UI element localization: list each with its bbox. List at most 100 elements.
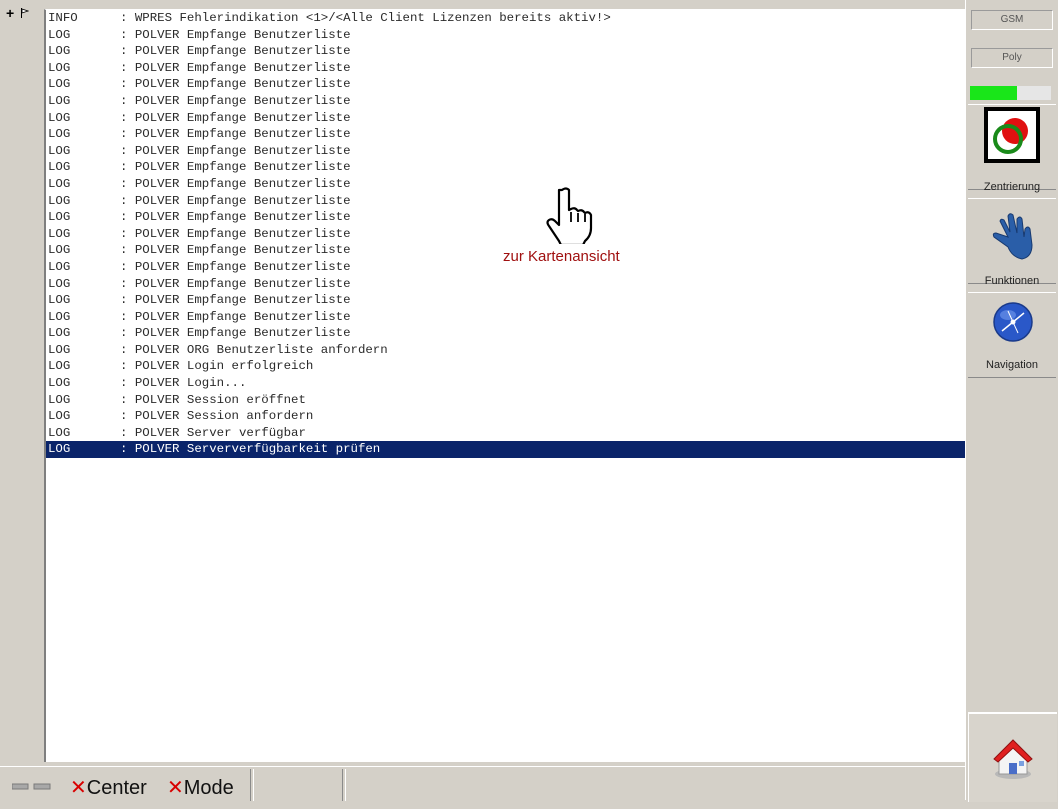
log-message: : POLVER Serververfügbarkeit prüfen bbox=[120, 442, 381, 457]
log-panel[interactable]: INFO : WPRES Fehlerindikation <1>/<Alle C… bbox=[44, 9, 966, 762]
log-row[interactable]: LOG : POLVER ORG Benutzerliste anfordern bbox=[46, 342, 966, 359]
log-message: : POLVER Empfange Benutzerliste bbox=[120, 60, 351, 75]
log-message: : POLVER Empfange Benutzerliste bbox=[120, 127, 351, 142]
log-message: : POLVER Session anfordern bbox=[120, 409, 314, 424]
log-row[interactable]: LOG : POLVER Empfange Benutzerliste bbox=[46, 110, 966, 127]
log-level: LOG bbox=[48, 342, 71, 357]
log-level: LOG bbox=[48, 276, 71, 291]
log-message: : POLVER Empfange Benutzerliste bbox=[120, 210, 351, 225]
mode-close-icon: ✕ bbox=[167, 777, 184, 799]
log-row[interactable]: LOG : POLVER Empfange Benutzerliste bbox=[46, 193, 966, 210]
log-row[interactable]: LOG: POLVER Empfange Benutzerliste bbox=[46, 176, 966, 193]
log-level: LOG bbox=[48, 226, 71, 241]
log-message: : POLVER Login erfolgreich bbox=[120, 359, 314, 374]
left-gutter: + bbox=[0, 0, 44, 766]
log-message: : POLVER Empfange Benutzerliste bbox=[120, 326, 351, 341]
signal-level-bar bbox=[970, 86, 1017, 100]
log-row[interactable]: LOG : POLVER Login erfolgreich bbox=[46, 358, 966, 375]
navigation-label: Navigation bbox=[986, 359, 1038, 371]
log-level: LOG bbox=[48, 442, 71, 457]
signal-bar-track bbox=[1017, 86, 1051, 100]
log-level: LOG bbox=[48, 93, 71, 108]
log-message: : POLVER Empfange Benutzerliste bbox=[120, 193, 351, 208]
right-tool-panel: GSM Poly Zentrierung Funktionen Navigati… bbox=[965, 0, 1058, 802]
log-list: INFO : WPRES Fehlerindikation <1>/<Alle C… bbox=[46, 10, 966, 459]
log-row[interactable]: LOG: POLVER Empfange Benutzerliste bbox=[46, 276, 966, 293]
expand-plus-icon[interactable]: + bbox=[6, 6, 14, 20]
zentrierung-label: Zentrierung bbox=[983, 181, 1041, 193]
log-message: : POLVER ORG Benutzerliste anfordern bbox=[120, 342, 388, 357]
log-row[interactable]: LOG: POLVER Empfange Benutzerliste bbox=[46, 159, 966, 176]
log-level: LOG bbox=[48, 210, 71, 225]
mode-toggle[interactable]: ✕Mode bbox=[167, 767, 234, 801]
log-row[interactable]: LOG : POLVER Empfange Benutzerliste bbox=[46, 27, 966, 44]
log-message: : POLVER Empfange Benutzerliste bbox=[120, 44, 351, 59]
log-row[interactable]: LOG: POLVER Empfange Benutzerliste bbox=[46, 60, 966, 77]
log-row[interactable]: LOG : POLVER Server verfügbar bbox=[46, 425, 966, 442]
log-level: LOG bbox=[48, 193, 71, 208]
log-message: : POLVER Empfange Benutzerliste bbox=[120, 93, 351, 108]
log-level: LOG bbox=[48, 27, 71, 42]
status-divider bbox=[342, 769, 346, 801]
log-message: : POLVER Empfange Benutzerliste bbox=[120, 243, 351, 258]
navigation-button[interactable]: Navigation bbox=[968, 292, 1056, 378]
log-level: LOG bbox=[48, 392, 71, 407]
log-row[interactable]: LOG : POLVER Serververfügbarkeit prüfen bbox=[46, 441, 966, 459]
log-row[interactable]: LOG : POLVER Empfange Benutzerliste bbox=[46, 93, 966, 110]
log-row[interactable]: LOG : POLVER Session eröffnet bbox=[46, 392, 966, 409]
log-level: LOG bbox=[48, 425, 71, 440]
log-level: LOG bbox=[48, 309, 71, 324]
log-message: : POLVER Empfange Benutzerliste bbox=[120, 293, 351, 308]
log-row[interactable]: LOG : POLVER Empfange Benutzerliste bbox=[46, 43, 966, 60]
log-row[interactable]: LOG : POLVER Empfange Benutzerliste bbox=[46, 309, 966, 326]
log-level: LOG bbox=[48, 376, 71, 391]
log-message: : POLVER Server verfügbar bbox=[120, 425, 306, 440]
log-level: LOG bbox=[48, 243, 71, 258]
log-level: LOG bbox=[48, 326, 71, 341]
log-level: INFO bbox=[48, 11, 78, 25]
home-icon bbox=[993, 739, 1033, 779]
log-message: : POLVER Empfange Benutzerliste bbox=[120, 77, 351, 92]
mode-label: Mode bbox=[183, 777, 234, 799]
home-button[interactable] bbox=[968, 712, 1057, 802]
zentrierung-button[interactable]: Zentrierung bbox=[968, 104, 1056, 193]
log-message: : POLVER Login... bbox=[120, 376, 247, 391]
log-level: LOG bbox=[48, 359, 71, 374]
log-message: : POLVER Empfange Benutzerliste bbox=[120, 27, 351, 42]
log-level: LOG bbox=[48, 259, 71, 274]
center-label: Center bbox=[86, 777, 147, 799]
log-row[interactable]: LOG : POLVER Empfange Benutzerliste bbox=[46, 226, 966, 243]
log-row[interactable]: LOG : POLVER Empfange Benutzerliste bbox=[46, 292, 966, 309]
pointing-hand-icon bbox=[992, 213, 1033, 260]
log-level: LOG bbox=[48, 293, 71, 308]
log-row[interactable]: LOG: POLVER Empfange Benutzerliste bbox=[46, 143, 966, 160]
log-row[interactable]: LOG : POLVER Empfange Benutzerliste bbox=[46, 325, 966, 342]
log-message: : POLVER Empfange Benutzerliste bbox=[120, 110, 351, 125]
log-message: : WPRES Fehlerindikation <1>/<Alle Clien… bbox=[120, 11, 611, 25]
log-row[interactable]: LOG : POLVER Empfange Benutzerliste bbox=[46, 209, 966, 226]
log-level: LOG bbox=[48, 44, 71, 59]
log-message: : POLVER Empfange Benutzerliste bbox=[120, 226, 351, 241]
overlapping-circles-icon bbox=[984, 107, 1040, 163]
globe-compass-icon bbox=[993, 302, 1033, 342]
hand-pointer-icon[interactable] bbox=[543, 186, 601, 244]
log-row[interactable]: INFO : WPRES Fehlerindikation <1>/<Alle C… bbox=[46, 10, 966, 27]
map-view-hint-label[interactable]: zur Kartenansicht bbox=[503, 248, 620, 265]
log-level: LOG bbox=[48, 143, 71, 158]
center-toggle[interactable]: ✕Center bbox=[70, 767, 147, 801]
log-row[interactable]: LOG : POLVER Empfange Benutzerliste bbox=[46, 76, 966, 93]
log-message: : POLVER Empfange Benutzerliste bbox=[120, 309, 351, 324]
connection-indicator-icon bbox=[12, 783, 51, 790]
marker-flag-icon bbox=[21, 8, 29, 18]
gsm-status-box: GSM bbox=[971, 10, 1053, 30]
log-level: LOG bbox=[48, 110, 71, 125]
log-row[interactable]: LOG : POLVER Login... bbox=[46, 375, 966, 392]
funktionen-button[interactable]: Funktionen bbox=[968, 198, 1056, 287]
log-row[interactable]: LOG: POLVER Session anfordern bbox=[46, 408, 966, 425]
log-message: : POLVER Session eröffnet bbox=[120, 392, 306, 407]
log-row[interactable]: LOG: POLVER Empfange Benutzerliste bbox=[46, 126, 966, 143]
log-level: LOG bbox=[48, 77, 71, 92]
poly-status-box: Poly bbox=[971, 48, 1053, 68]
funktionen-label: Funktionen bbox=[984, 275, 1040, 287]
status-divider bbox=[250, 769, 254, 801]
